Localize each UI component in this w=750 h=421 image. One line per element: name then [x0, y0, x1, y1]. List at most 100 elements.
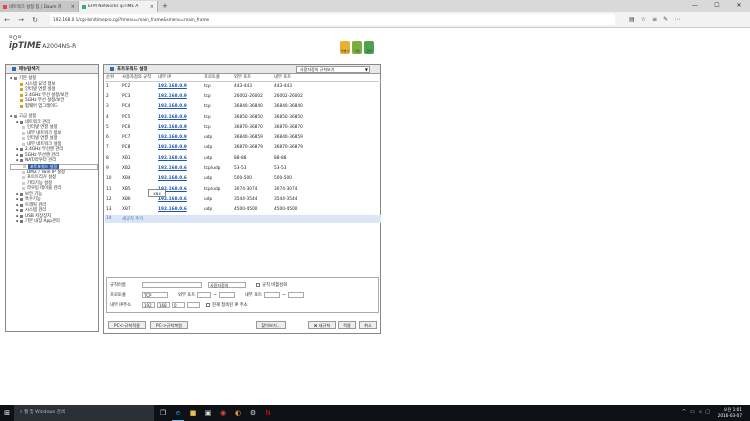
table-row[interactable]: 9 XB2 192.168.0.6 tcp/udp 53-53 53-53	[105, 163, 381, 173]
internal-ip-link[interactable]: 192.168.0.6	[157, 205, 203, 215]
view-rules-select[interactable]: 사용자정의 규칙보기 ▼	[296, 66, 370, 73]
internal-ip-link[interactable]: 192.168.0.6	[157, 153, 203, 163]
favorite-star-icon[interactable]: ☆	[641, 16, 646, 23]
internal-ip-link[interactable]: 192.168.0.9	[157, 122, 203, 132]
table-cell: 500-500	[234, 176, 252, 182]
internal-ip-link[interactable]: 192.168.0.9	[157, 81, 203, 91]
internal-ip-link[interactable]: 192.168.0.9	[157, 91, 203, 101]
chevron-up-icon[interactable]: ^	[682, 409, 686, 415]
taskbar-clock[interactable]: 오전 1:01 2016-03-07	[718, 407, 742, 418]
note-icon[interactable]: ✎	[663, 16, 668, 23]
table-cell: 36850-36850	[274, 114, 303, 120]
wizard-icon[interactable]: 마법사	[340, 41, 350, 54]
custom-select[interactable]: 사용자정의	[208, 282, 246, 288]
internal-ip-link[interactable]: 192.168.0.9	[157, 102, 203, 112]
ip-part-2[interactable]: 168	[157, 302, 170, 308]
ip-part-4[interactable]	[187, 302, 200, 308]
table-cell: tcp/udp	[204, 186, 221, 192]
table-row[interactable]: 8 XB1 192.168.0.6 udp 88-88 88-88	[105, 153, 381, 163]
disable-rule-checkbox[interactable]	[256, 283, 260, 287]
table-cell	[313, 143, 381, 153]
internal-ip-link[interactable]: 192.168.0.6	[157, 163, 203, 173]
netflix-icon[interactable]: N	[262, 405, 274, 421]
table-row[interactable]: 10 XB4 192.168.0.6 udp 500-500 500-500	[105, 174, 381, 184]
menu-item-icon	[20, 192, 23, 196]
browser-tab-daum[interactable]: 네트워크 설정 팁 | Daum 카 ×	[0, 1, 79, 12]
sidebar-item[interactable]: ▪ 기본 내장 App관리	[10, 219, 98, 225]
new-rule-button[interactable]: ⊠ 새규칙	[308, 321, 336, 329]
browser-tab-iptime[interactable]: EFM Networks ipTIME A ×	[79, 1, 158, 12]
table-row[interactable]: 4 PC5 192.168.0.9 tcp 36850-36850 36850-36850	[105, 112, 381, 122]
sidebar-item[interactable]: 포트포워드 설정	[10, 163, 98, 170]
rule-to-pc-button[interactable]: PC->규칙복원	[150, 321, 188, 329]
current-ip-checkbox[interactable]	[206, 303, 210, 307]
close-tab-icon[interactable]: ×	[71, 4, 75, 10]
table-cell: XB1	[122, 155, 131, 161]
table-cell: 8	[106, 155, 109, 161]
table-row[interactable]: 6 PC7 192.168.0.9 udp 36840-36859 36840-36859	[105, 132, 381, 142]
settings-icon[interactable]: ⚙	[247, 405, 259, 421]
refresh-icon[interactable]: ↻	[28, 16, 42, 24]
edge-icon[interactable]: e	[172, 405, 184, 421]
menu-item-icon	[20, 220, 23, 224]
maximize-button[interactable]: ☐	[706, 0, 728, 12]
internal-ip-link[interactable]: 192.168.0.9	[157, 132, 203, 142]
add-rule-label[interactable]: 새규칙 추가	[121, 214, 381, 223]
address-bar[interactable]: 192.168.0.1/cgi-bin/timepro.cgi?tmenu=ma…	[50, 14, 615, 25]
table-row[interactable]: 3 PC4 192.168.0.9 tcp 36840-36840 36840-36840	[105, 102, 381, 112]
admin-icon[interactable]: 관리	[364, 41, 374, 54]
apply-button[interactable]: 적용	[338, 321, 356, 329]
table-row[interactable]: 11 XB5 192.168.0.6 tcp/udp 3074-3074 3074-307…	[105, 184, 381, 194]
cancel-button[interactable]: 취소	[359, 321, 377, 329]
basic-icon[interactable]: 기본	[352, 41, 362, 54]
media-icon[interactable]: ◐	[232, 405, 244, 421]
internal-ip-link[interactable]: 192.168.0.6	[157, 174, 203, 184]
taskbar-search[interactable]: ⌕ 웹 및 Windows 검색	[14, 405, 154, 421]
table-row[interactable]: 1 PC2 192.168.0.9 tcp 443-443 443-443	[105, 81, 381, 91]
menu-item-icon	[20, 203, 23, 207]
ip-part-3[interactable]: 0	[172, 302, 185, 308]
close-tab-icon[interactable]: ×	[150, 4, 154, 10]
table-cell: udp	[204, 196, 213, 202]
pc-to-rule-button[interactable]: PC<-규칙적용	[108, 321, 146, 329]
ext-port-start[interactable]	[197, 292, 212, 298]
browse-button[interactable]: 찾아보기...	[256, 321, 286, 329]
table-row[interactable]: 7 PC8 192.168.0.9 udp 36870-36879 36870-36879	[105, 143, 381, 153]
hub-icon[interactable]: ≡	[652, 16, 657, 23]
task-view-icon[interactable]: ❐	[157, 405, 169, 421]
int-port-start[interactable]	[263, 292, 280, 298]
back-arrow-icon[interactable]: ←	[0, 16, 14, 24]
table-row[interactable]: 5 PC6 192.168.0.9 tcp 36870-36870 36870-36870	[105, 122, 381, 132]
menu-item-icon	[22, 181, 25, 185]
internal-ip-link[interactable]: 192.168.0.9	[157, 143, 203, 153]
forward-arrow-icon[interactable]: →	[14, 16, 28, 24]
table-cell: 26002-26002	[274, 93, 303, 99]
store-icon[interactable]: ▣	[202, 405, 214, 421]
new-tab-button[interactable]: +	[158, 1, 172, 12]
more-icon[interactable]: ⋯	[674, 16, 680, 23]
explorer-icon[interactable]: ■	[187, 405, 199, 421]
top-icon-group: 마법사 기본 관리	[340, 41, 374, 54]
close-window-button[interactable]: ✕	[728, 0, 750, 12]
ext-port-end[interactable]	[218, 292, 235, 298]
table-row[interactable]: 2 PC3 192.168.0.9 tcp 26002-26002 26002-26002	[105, 91, 381, 101]
router-page: ᄆ〇ᄆ ipTIMEA2004NS-R 마법사 기본 관리 메뉴탐색기 ▪ 기본 …	[0, 28, 750, 405]
volume-icon[interactable]: ◃	[699, 409, 702, 415]
network-icon[interactable]: ▭	[690, 409, 695, 415]
rule-name-input[interactable]	[142, 282, 202, 288]
table-row[interactable]: 13 XB7 192.168.0.6 udp 4500-4500 4500-4500	[105, 205, 381, 215]
rule-name-row: 규칙이름 사용자정의 규칙 비활성화	[110, 282, 287, 288]
panel-title: 포트포워드 설정	[117, 67, 148, 72]
add-rule-row[interactable]: 14 새규칙 추가	[105, 214, 381, 223]
notification-icon[interactable]: ▢	[705, 409, 710, 415]
windows-start-icon[interactable]: ⊞	[0, 409, 14, 417]
table-row[interactable]: 12 XB6 192.168.0.6 udp 3544-3544 3544-3544	[105, 194, 381, 204]
minimize-button[interactable]: —	[684, 0, 706, 12]
int-port-end[interactable]	[287, 292, 304, 298]
ip-part-1[interactable]: 192	[142, 302, 155, 308]
internal-ip-link[interactable]: 192.168.0.9	[157, 112, 203, 122]
reading-view-icon[interactable]: ▤	[629, 16, 635, 23]
chrome-icon[interactable]: ◉	[217, 405, 229, 421]
protocol-select[interactable]: TCP	[142, 292, 168, 298]
table-cell: 7	[106, 145, 109, 151]
